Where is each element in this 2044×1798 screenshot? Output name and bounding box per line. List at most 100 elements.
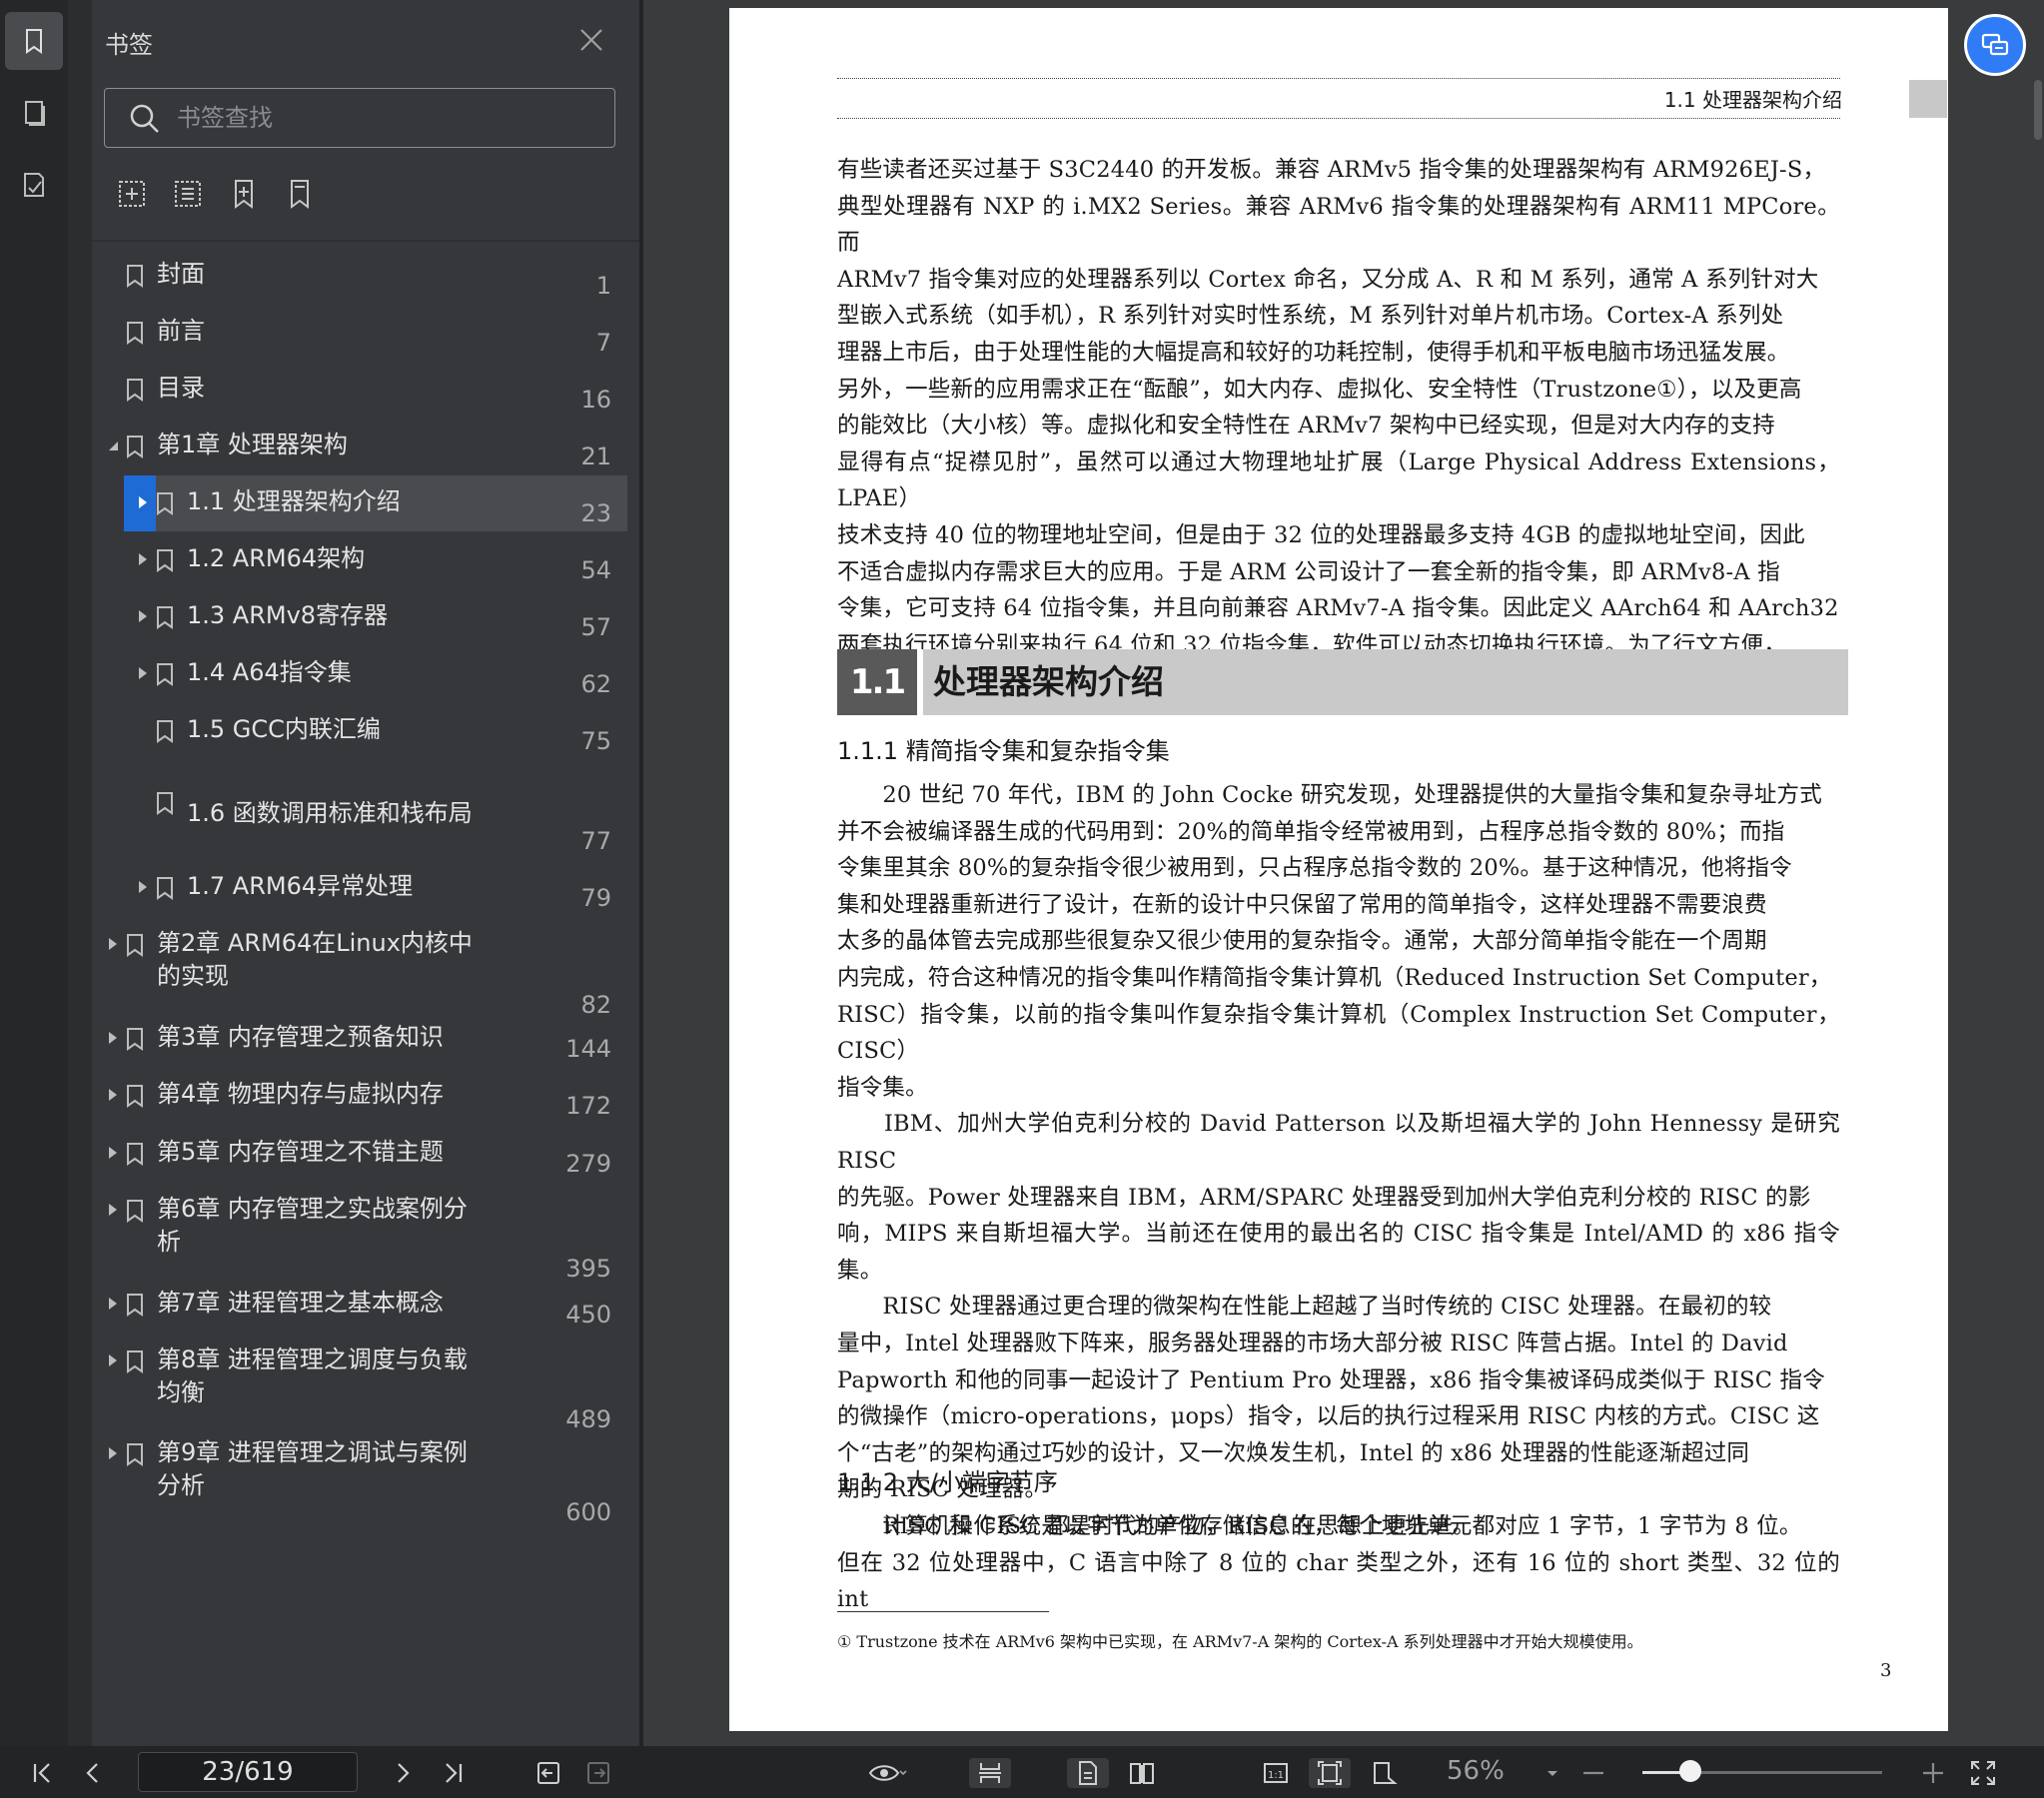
zoom-in-button[interactable] [1918, 1758, 1948, 1788]
forward-icon [587, 1762, 609, 1784]
bookmark-search-box[interactable] [104, 88, 615, 148]
intro-paragraph: 有些读者还买过基于 S3C2440 的开发板。兼容 ARMv5 指令集的处理器架… [837, 152, 1840, 700]
bottom-toolbar: 23/619 1:1 56% [0, 1746, 2044, 1798]
first-page-button[interactable] [26, 1758, 60, 1788]
collapse-arrow-icon[interactable] [106, 1203, 120, 1217]
bookmark-page-number: 77 [580, 827, 611, 855]
bookmark-icon [157, 606, 173, 629]
zoom-level[interactable]: 56% [1447, 1756, 1505, 1786]
last-page-button[interactable] [436, 1758, 470, 1788]
actual-size-button[interactable]: 1:1 [1257, 1758, 1295, 1788]
bookmark-label-continued: 均衡 [157, 1378, 205, 1406]
two-page-icon [1130, 1763, 1154, 1784]
bookmark-icon [157, 663, 173, 686]
bookmark-page-number: 16 [580, 386, 611, 414]
bookmark-label: 1.2 ARM64架构 [187, 544, 366, 572]
zoom-dropdown[interactable] [1542, 1758, 1562, 1788]
collapse-arrow-icon[interactable] [106, 1088, 120, 1102]
subsection-2-body: 计算机操作系统是以字节为单位存储信息的，每个地址单元都对应 1 字节，1 字节为… [837, 1508, 1840, 1618]
bookmark-page-number: 62 [580, 670, 611, 698]
eye-icon [868, 1765, 907, 1781]
two-page-button[interactable] [1121, 1758, 1163, 1788]
bookmark-page-number: 395 [565, 1255, 611, 1283]
search-icon [130, 104, 159, 133]
thumbnail-panel-icon[interactable] [5, 84, 63, 142]
go-back-button[interactable] [531, 1758, 565, 1788]
collapse-arrow-icon[interactable] [136, 880, 150, 894]
text-line: 令集里其余 80%的复杂指令很少被用到，只占程序总指令数的 20%。基于这种情况… [837, 855, 1792, 882]
page-number-input[interactable]: 23/619 [138, 1752, 358, 1792]
collapse-arrow-icon[interactable] [106, 1146, 120, 1160]
bookmark-label: 第4章 物理内存与虚拟内存 [157, 1080, 444, 1108]
svg-text:1:1: 1:1 [1268, 1770, 1284, 1781]
collapse-arrow-icon[interactable] [106, 1446, 120, 1460]
add-bookmark-icon[interactable] [116, 178, 148, 210]
bookmark-label: 第3章 内存管理之预备知识 [157, 1023, 444, 1051]
delete-bookmark-icon[interactable] [172, 178, 204, 210]
text-line: 太多的晶体管去完成那些很复杂又很少使用的复杂指令。通常，大部分简单指令能在一个周… [837, 928, 1767, 955]
single-page-button[interactable] [1067, 1758, 1109, 1788]
bookmark-page-number: 144 [565, 1035, 611, 1063]
bookmark-icon [127, 934, 143, 957]
bookmark-label: 第9章 进程管理之调试与案例 [157, 1438, 468, 1466]
bookmark-icon [127, 1443, 143, 1466]
collapse-arrow-icon[interactable] [136, 666, 150, 680]
collapse-arrow-icon[interactable] [136, 495, 150, 509]
chevron-right-icon [398, 1763, 410, 1783]
bookmark-search-input[interactable] [177, 99, 596, 137]
bookmark-label: 1.4 A64指令集 [187, 658, 352, 686]
zoom-out-button[interactable] [1578, 1758, 1608, 1788]
vertical-scrollbar[interactable] [2034, 80, 2042, 140]
collapse-arrow-icon[interactable] [136, 609, 150, 623]
bookmark-label: 第8章 进程管理之调度与负载 [157, 1346, 468, 1373]
collapse-arrow-icon[interactable] [136, 552, 150, 566]
bookmark-icon [157, 720, 173, 743]
text-line: 内完成，符合这种情况的指令集叫作精简指令集计算机（Reduced Instruc… [837, 964, 1832, 991]
text-line: 量中，Intel 处理器败下阵来，服务器处理器的市场大部分被 RISC 阵营占据… [837, 1330, 1788, 1356]
go-forward-button[interactable] [581, 1758, 615, 1788]
page-edge-tab [1909, 80, 1947, 118]
text-line: 集和处理器重新进行了设计，在新的设计中只保留了常用的简单指令，这样处理器不需要浪… [837, 891, 1767, 918]
text-line: 型嵌入式系统（如手机），R 系列针对实时性系统，M 系列针对单片机市场。Cort… [837, 303, 1784, 330]
next-page-button[interactable] [386, 1758, 420, 1788]
bookmark-label: 第7章 进程管理之基本概念 [157, 1289, 444, 1317]
fit-width-button[interactable] [1365, 1758, 1403, 1788]
minus-icon [1583, 1771, 1603, 1775]
fullscreen-button[interactable] [1966, 1758, 2000, 1788]
continuous-scroll-button[interactable] [969, 1758, 1011, 1788]
text-line: ARMv7 指令集对应的处理器系列以 Cortex 命名，又分成 A、R 和 M… [837, 266, 1819, 293]
bookmark-label-continued: 分析 [157, 1471, 205, 1499]
expand-arrow-icon[interactable] [106, 439, 120, 452]
last-page-icon [446, 1763, 463, 1783]
bookmark-label: 目录 [157, 374, 205, 402]
zoom-slider-thumb[interactable] [1679, 1760, 1701, 1782]
bookmark-outline-icon[interactable] [284, 178, 316, 210]
annotation-panel-icon[interactable] [5, 156, 63, 214]
bookmark-label: 第1章 处理器架构 [157, 431, 348, 458]
collapse-arrow-icon[interactable] [106, 937, 120, 951]
eye-care-mode-button[interactable] [859, 1758, 915, 1788]
collapse-arrow-icon[interactable] [106, 1031, 120, 1045]
left-icon-rail [0, 0, 68, 1746]
bookmark-icon [127, 379, 143, 402]
text-line: 理器上市后，由于处理性能的大幅提高和较好的功耗控制，使得手机和平板电脑市场迅猛发… [837, 339, 1790, 366]
bookmark-page-number: 600 [565, 1498, 611, 1526]
bookmark-add-child-icon[interactable] [228, 178, 260, 210]
bookmark-icon [127, 436, 143, 458]
bookmark-label: 第2章 ARM64在Linux内核中 [157, 929, 473, 957]
section-title: 处理器架构介绍 [933, 662, 1164, 701]
close-icon[interactable] [577, 26, 605, 54]
bookmark-icon [127, 1350, 143, 1373]
text-line: 计算机操作系统是以字节为单位存储信息的，每个地址单元都对应 1 字节，1 字节为… [837, 1513, 1802, 1539]
zoom-slider[interactable] [1642, 1771, 1882, 1774]
previous-page-button[interactable] [76, 1758, 110, 1788]
text-line: Papworth 和他的同事一起设计了 Pentium Pro 处理器，x86 … [837, 1366, 1825, 1393]
collapse-arrow-icon[interactable] [106, 1297, 120, 1311]
bookmark-label: 1.3 ARMv8寄存器 [187, 601, 389, 629]
collapse-arrow-icon[interactable] [106, 1353, 120, 1367]
fit-page-button[interactable] [1309, 1758, 1351, 1788]
text-line: 技术支持 40 位的物理地址空间，但是由于 32 位的处理器最多支持 4GB 的… [837, 521, 1805, 548]
single-page-icon [1079, 1761, 1097, 1785]
bookmark-panel-icon[interactable] [5, 12, 63, 70]
floating-translate-button[interactable] [1964, 14, 2026, 76]
